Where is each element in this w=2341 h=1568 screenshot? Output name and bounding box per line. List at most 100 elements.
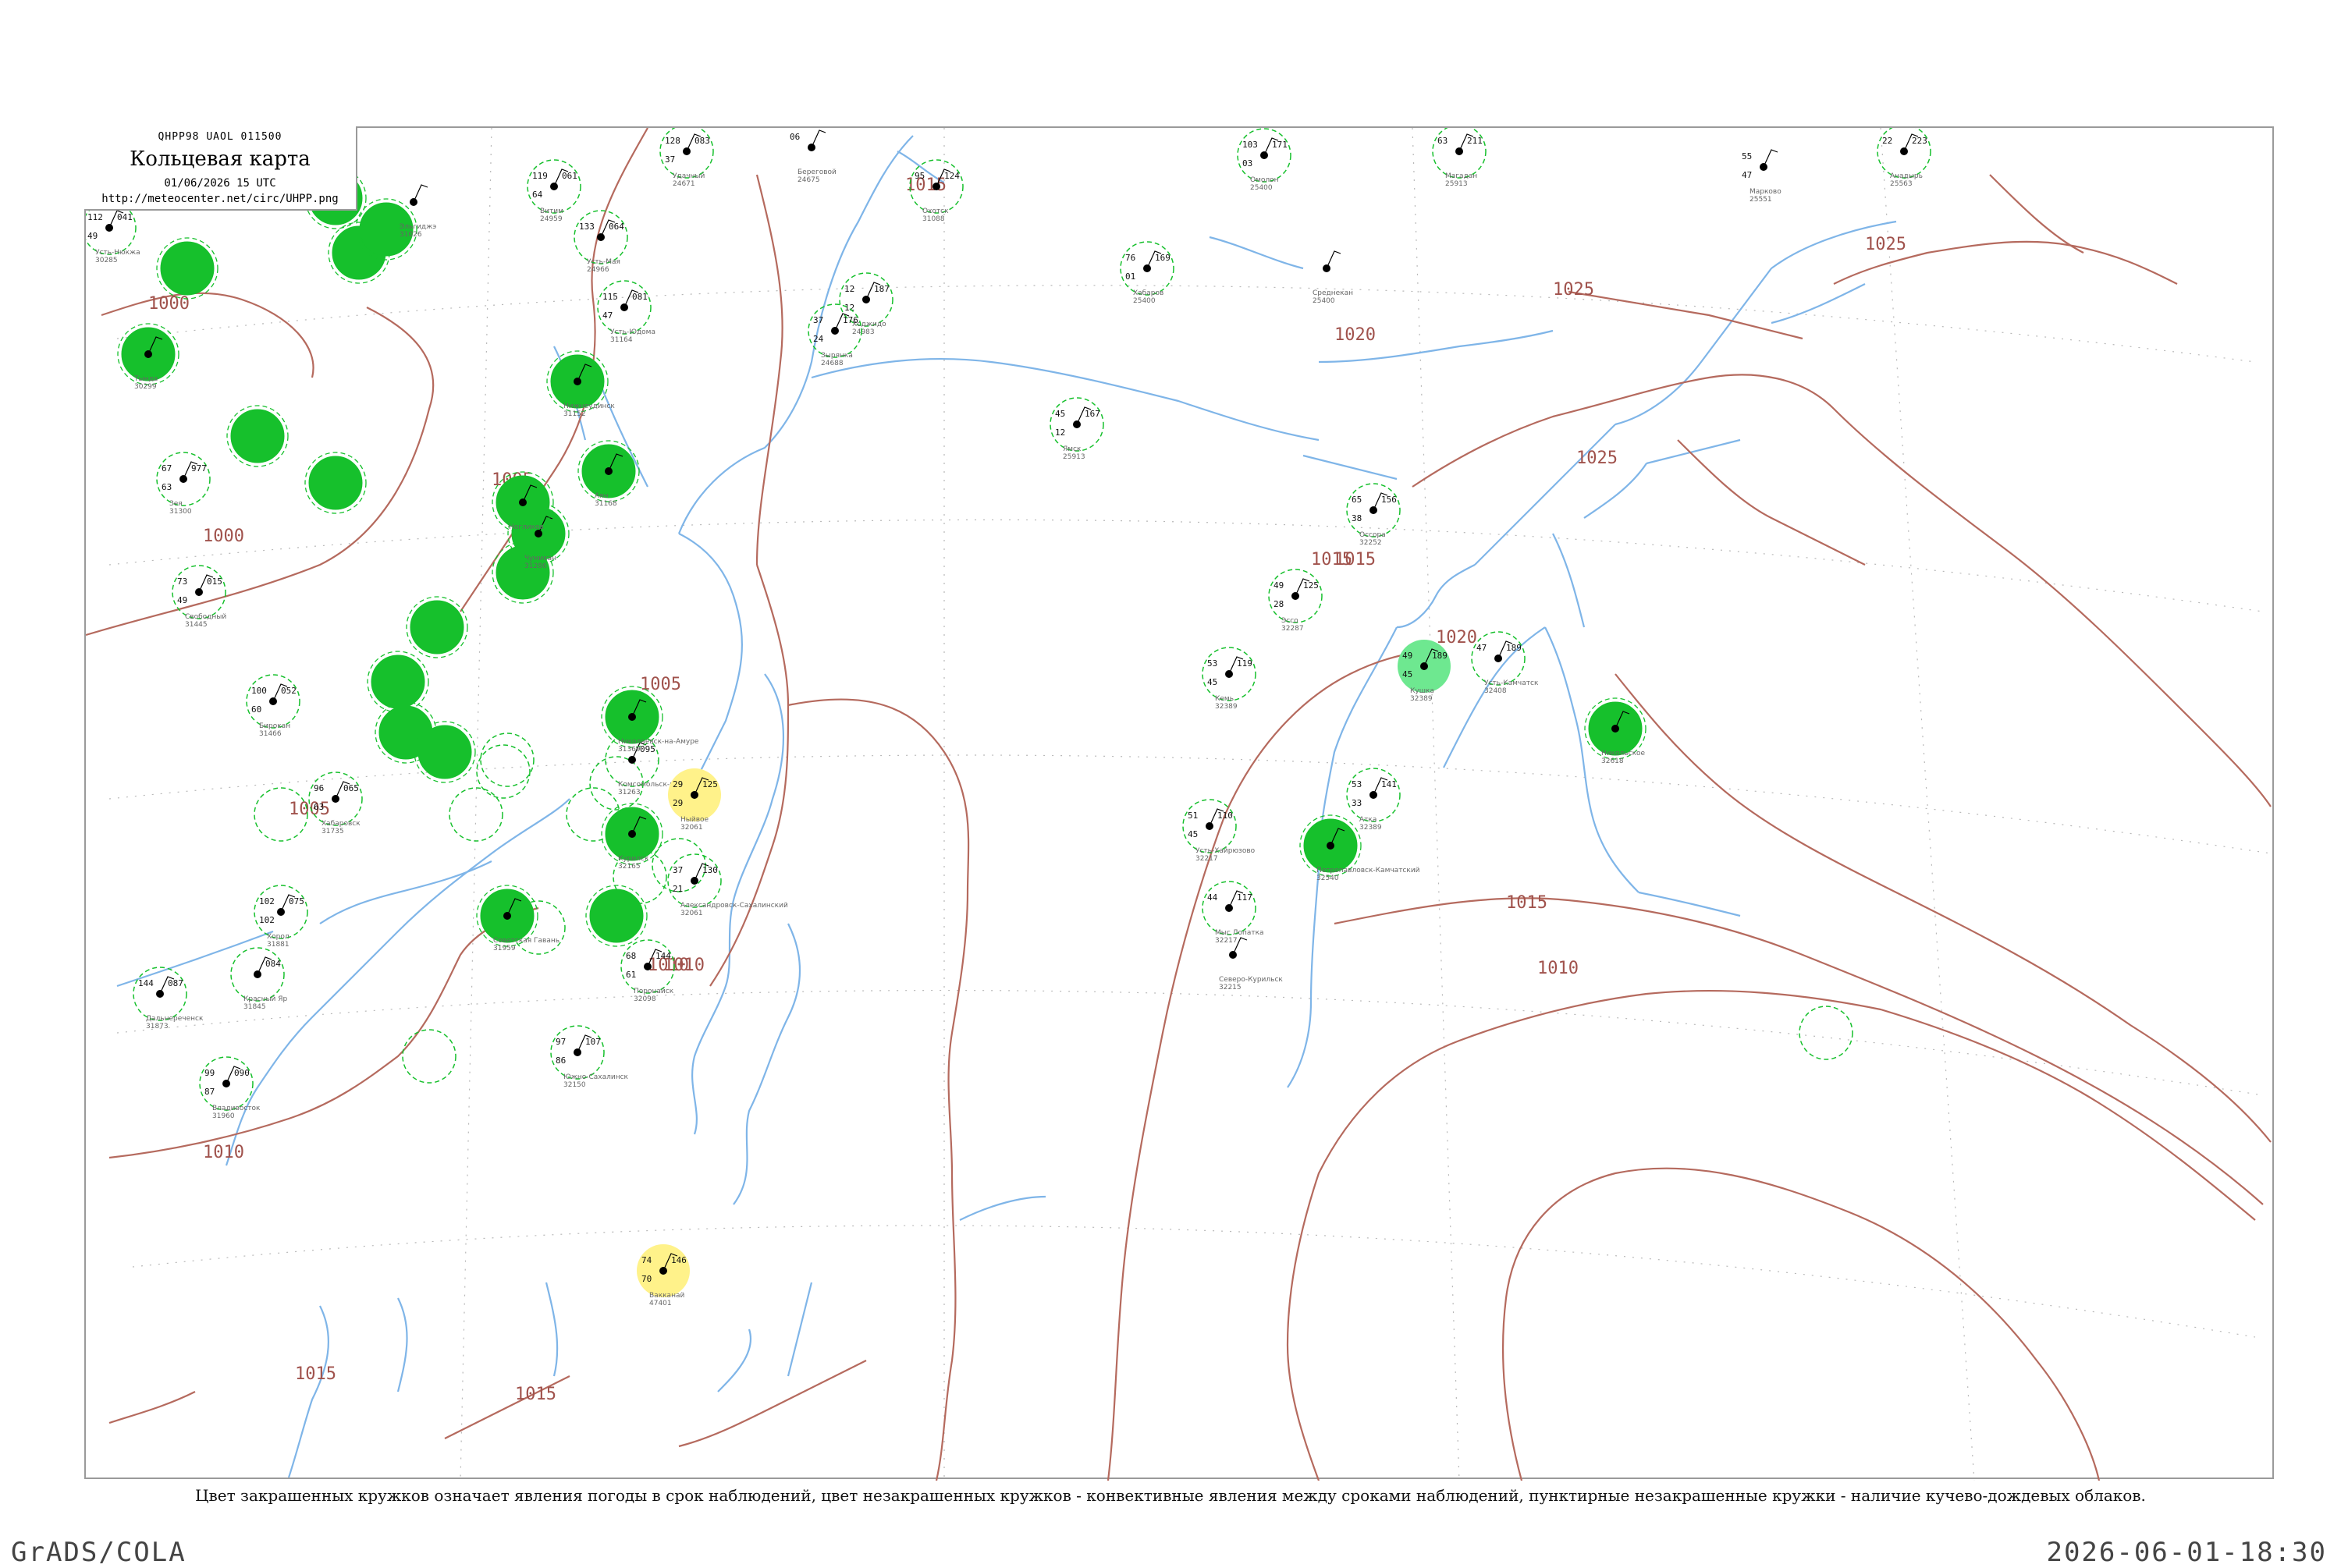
- station-marker[interactable]: Советская Гавань31959: [476, 885, 559, 953]
- pressure-value: 176: [843, 315, 858, 325]
- station-name: Петропавловск-Камчатский: [1316, 867, 1420, 874]
- station-id: 31152: [563, 410, 586, 418]
- temperature-value: 49: [1274, 580, 1284, 591]
- station-name: Эссо: [1281, 617, 1298, 625]
- station-id: 32389: [1359, 824, 1382, 832]
- station-marker[interactable]: 96 065 63 Хабаровск31735: [308, 772, 363, 835]
- station-name: Чумикан: [524, 555, 556, 562]
- dewpoint-value: 24: [813, 334, 824, 344]
- station-id: 31300: [169, 508, 192, 516]
- dewpoint-value: 70: [641, 1274, 652, 1284]
- station-marker[interactable]: Никольское32618: [1584, 697, 1647, 765]
- station-marker[interactable]: Курилск32165: [601, 803, 663, 871]
- station-name: Магадан: [1445, 172, 1477, 180]
- station-marker[interactable]: 76 169 01 Хабаров25400: [1120, 241, 1174, 305]
- dewpoint-value: 47: [1742, 170, 1752, 180]
- station-marker[interactable]: 44 117 Мыс Лопатка32217: [1202, 881, 1264, 945]
- station-marker[interactable]: 99 090 87 Владивосток31960: [199, 1056, 261, 1120]
- station-id: 24671: [673, 180, 695, 188]
- pressure-value: 125: [702, 779, 718, 789]
- station-marker[interactable]: 73 015 49 Свободный31445: [172, 565, 226, 629]
- weather-circle: [402, 1029, 456, 1084]
- station-marker[interactable]: 47 189 Усть-Камчатск32408: [1471, 631, 1539, 695]
- station-marker[interactable]: 133 064 Усть-Мая24966: [574, 210, 628, 274]
- station-marker[interactable]: Среднекан25400: [1313, 250, 1353, 305]
- station-marker[interactable]: 128 083 37 Удачный24671: [659, 128, 714, 188]
- station-marker[interactable]: 102 075 102 Хорол31881: [254, 885, 308, 949]
- station-id: 31088: [922, 215, 945, 223]
- station-id: 25400: [1313, 297, 1335, 305]
- dewpoint-value: 49: [177, 595, 187, 605]
- station-id: 31960: [212, 1112, 235, 1120]
- pressure-value: 187: [874, 284, 890, 294]
- dewpoint-value: 63: [162, 482, 172, 492]
- temperature-value: 102: [259, 896, 275, 906]
- station-marker[interactable]: Северо-Курильск32215: [1219, 937, 1283, 992]
- station-marker[interactable]: 65 156 38 Оссора32252: [1346, 483, 1401, 547]
- station-marker[interactable]: 115 081 47 Усть-Юдома31164: [597, 280, 655, 344]
- station-marker[interactable]: 74 146 70 Вакканай47401: [637, 1244, 690, 1307]
- isobar-label: 1010: [1537, 959, 1579, 978]
- map-frame: 1000 1000 1005 1005 1005 1010 1010 1010 …: [84, 126, 2274, 1481]
- station-marker[interactable]: 37 130 21 Александровск-Сахалинский32061: [667, 853, 788, 917]
- temperature-value: 45: [1055, 409, 1065, 419]
- station-marker[interactable]: 49 189 45 Кушка32389: [1398, 640, 1451, 703]
- dewpoint-value: 47: [602, 310, 613, 321]
- station-marker[interactable]: 29 125 29 Ныйвое32061: [668, 768, 721, 832]
- station-id: 32408: [1484, 687, 1507, 695]
- station-marker[interactable]: 63 211 Магадан25913: [1432, 128, 1487, 188]
- station-marker[interactable]: Тында30299: [117, 323, 179, 391]
- station-marker[interactable]: 67 977 63 Зея31300: [156, 452, 211, 516]
- temperature-value: 119: [532, 171, 548, 181]
- station-dot: [105, 224, 113, 232]
- temperature-value: 96: [314, 783, 324, 793]
- station-marker[interactable]: 49 125 28 Эссо32287: [1268, 569, 1323, 633]
- temperature-value: 103: [1242, 140, 1258, 150]
- weather-circle: [226, 405, 289, 467]
- station-marker[interactable]: 53 141 33 Атка32389: [1346, 768, 1401, 832]
- station-name: Ныйвое: [680, 816, 709, 824]
- station-marker[interactable]: 12 18712Ходжидо24983: [839, 272, 893, 336]
- station-name: Ногликов: [509, 523, 544, 531]
- station-marker[interactable]: Николаевск-на-Амуре31369: [601, 686, 699, 754]
- pressure-value: 065: [343, 783, 359, 793]
- station-id: 25563: [1890, 180, 1913, 188]
- station-marker[interactable]: 53 119 45 Кемь32389: [1202, 647, 1256, 711]
- isobar-label: 1015: [1506, 893, 1547, 913]
- station-name: Александровск-Сахалинский: [680, 902, 788, 910]
- station-marker[interactable]: 112 041 49 Усть-Нюкжа30285: [86, 200, 140, 264]
- station-id: 24675: [798, 176, 820, 184]
- station-id: 31164: [610, 336, 633, 344]
- station-marker[interactable]: 55 47 Марково25551: [1742, 149, 1782, 204]
- isobar-label: 1020: [1436, 628, 1477, 647]
- station-marker[interactable]: 103 171 03 Омолон25400: [1237, 128, 1291, 192]
- pressure-value: 041: [117, 212, 133, 222]
- station-marker[interactable]: Нижнеудинск31152: [546, 350, 615, 418]
- dewpoint-value: 45: [1402, 669, 1412, 679]
- render-timestamp: 2026-06-01-18:30: [2046, 1537, 2327, 1568]
- station-name: Аян: [595, 492, 609, 500]
- station-marker[interactable]: 119 061 64 Витим24959: [527, 159, 581, 223]
- station-marker[interactable]: 100 052 60 Бирокан31466: [246, 674, 300, 738]
- station-name: Курилск: [618, 855, 649, 863]
- temperature-value: 67: [162, 463, 172, 474]
- temperature-value: 47: [1476, 643, 1487, 653]
- station-id: 31881: [267, 941, 290, 949]
- station-id: 32540: [1316, 874, 1339, 882]
- station-name: Хабаровск: [321, 820, 361, 828]
- station-marker[interactable]: 45 167 12 Ямск25913: [1050, 397, 1104, 461]
- station-name: Советская Гавань: [493, 937, 559, 945]
- station-marker[interactable]: Ногликов: [492, 471, 554, 534]
- temperature-value: 22: [1882, 136, 1892, 146]
- station-name: Владивосток: [212, 1105, 261, 1112]
- station-id: 32061: [680, 824, 703, 832]
- graticule: [108, 128, 2272, 1481]
- station-marker[interactable]: 084 Красный Яр31845: [230, 947, 288, 1011]
- station-marker[interactable]: 97 107 86 Южно-Сахалинск32150: [550, 1025, 629, 1089]
- title-box: QHPP98 UAOL 011500 Кольцевая карта 01/06…: [84, 126, 357, 211]
- dewpoint-value: 45: [1188, 829, 1198, 839]
- isobar-label: 1020: [1334, 325, 1376, 345]
- station-marker[interactable]: 06 Береговой24675: [790, 129, 837, 184]
- isobar-label: 1015: [515, 1385, 556, 1404]
- station-marker[interactable]: 22 223 Анадырь25563: [1877, 128, 1931, 188]
